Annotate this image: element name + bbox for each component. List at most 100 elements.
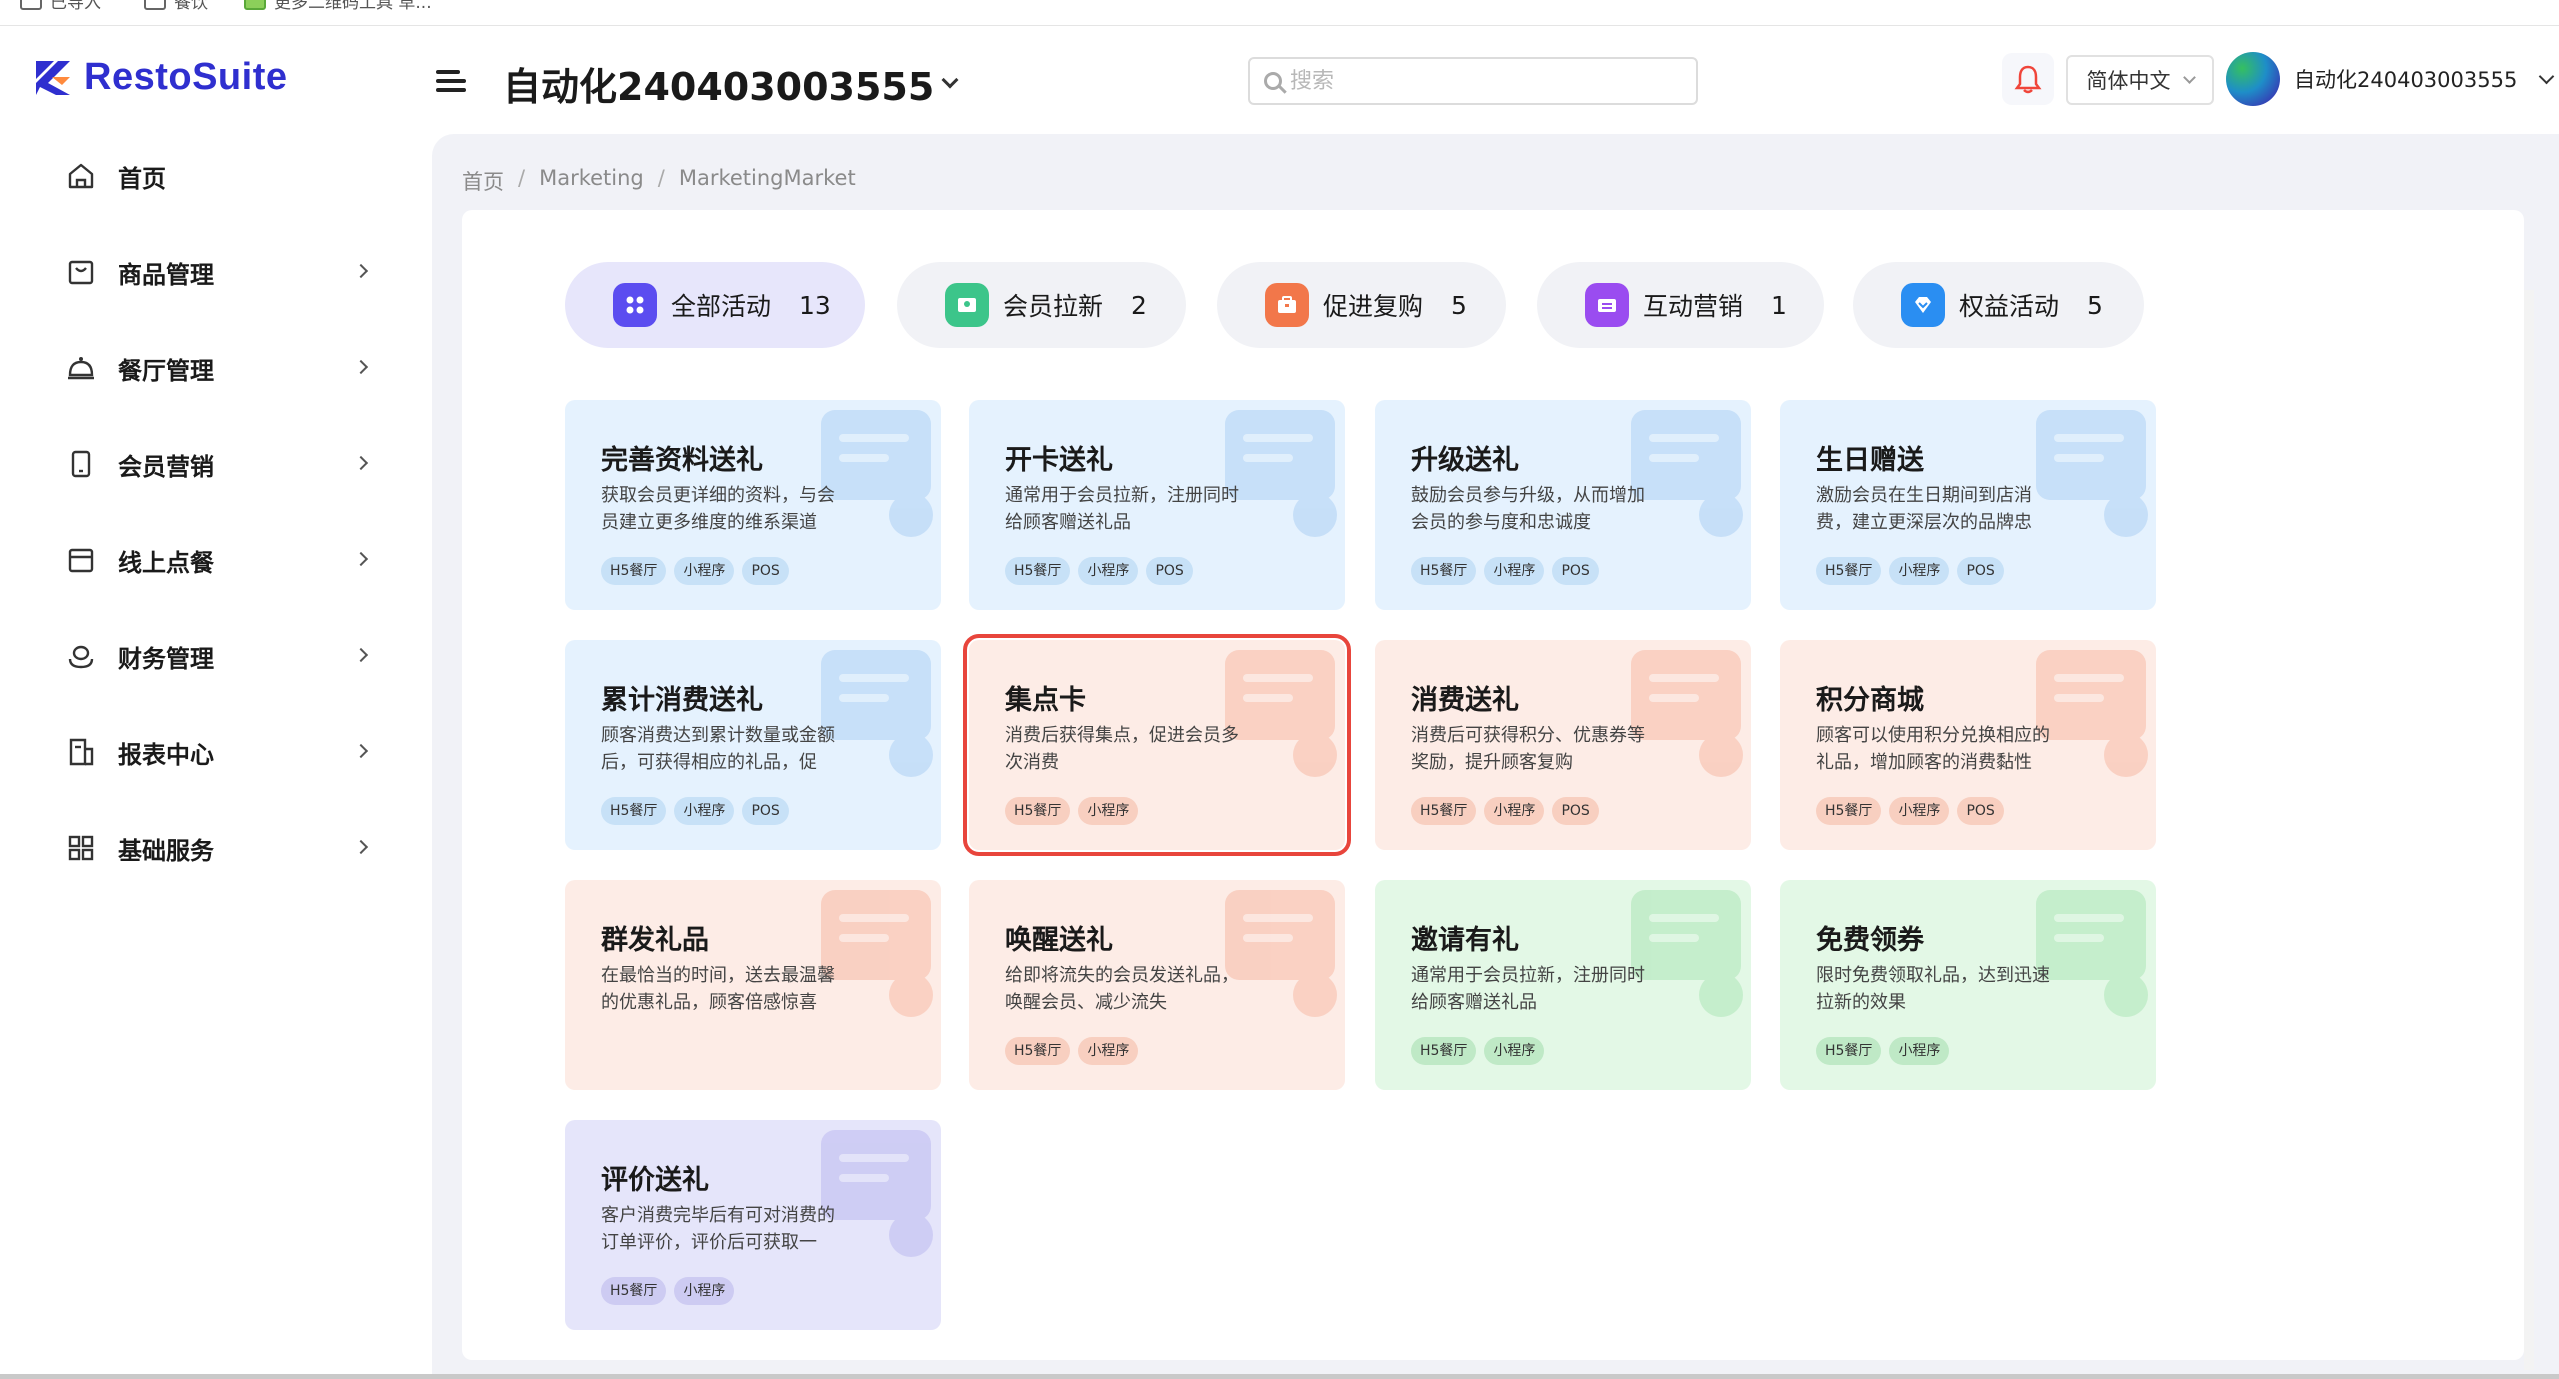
card-tags: H5餐厅 小程序 [1411, 1037, 1545, 1065]
activity-card[interactable]: 群发礼品 在最恰当的时间，送去最温馨的优惠礼品，顾客倍感惊喜 [565, 880, 941, 1090]
sidebar-item-online-ordering[interactable]: 线上点餐 [66, 530, 369, 590]
chevron-down-icon [2539, 68, 2555, 84]
platform-tag: 小程序 [1484, 797, 1545, 825]
activity-card[interactable]: 累计消费送礼顾客消费达到累计数量或金额后，可获得相应的礼品，促进... H5餐厅小… [565, 640, 941, 850]
tab-benefit-activities[interactable]: 权益活动 5 [1853, 262, 2144, 348]
platform-tag: H5餐厅 [601, 557, 667, 585]
user-menu[interactable]: 自动化240403003555 [2226, 52, 2555, 106]
logo-mark-icon [36, 60, 70, 95]
card-description: 限时免费领取礼品，达到迅速拉新的效果 [1816, 965, 2050, 1013]
card-description: 通常用于会员拉新，注册同时给顾客赠送礼品 [1005, 485, 1239, 533]
activity-card[interactable]: 开卡送礼通常用于会员拉新，注册同时给顾客赠送礼品 H5餐厅 小程序 POS [969, 400, 1345, 610]
platform-tag: POS [1146, 557, 1193, 585]
card-title: 累计消费送礼 [601, 685, 763, 716]
platform-tag: 小程序 [1078, 797, 1139, 825]
sidebar-item-products[interactable]: 商品管理 [66, 242, 369, 302]
platform-tag: 小程序 [1889, 1037, 1950, 1065]
card-tags: H5餐厅 小程序 POS [1005, 557, 1193, 585]
activity-card[interactable]: 唤醒送礼 给即将流失的会员发送礼品，唤醒会员、减少流失 H5餐厅 小程序 [969, 880, 1345, 1090]
activity-card[interactable]: 免费领券 限时免费领取礼品，达到迅速拉新的效果 H5餐厅 小程序 [1780, 880, 2156, 1090]
platform-tag: H5餐厅 [1411, 797, 1477, 825]
sidebar-item-member-marketing[interactable]: 会员营销 [66, 434, 369, 494]
platform-tag: H5餐厅 [1816, 557, 1882, 585]
platform-tag: 小程序 [674, 1277, 735, 1305]
scrollbar[interactable] [2524, 290, 2534, 1370]
card-description: 鼓励会员参与升级，从而增加会员的参与度和忠诚度 [1411, 485, 1645, 533]
cloche-icon [68, 357, 94, 380]
sidebar-item-reports[interactable]: 报表中心 [66, 722, 369, 782]
activity-card[interactable]: 生日赠送激励会员在生日期间到店消费，建立更深层次的品牌忠诚... H5餐厅小程序P… [1780, 400, 2156, 610]
search-box[interactable] [1248, 57, 1698, 105]
bookmark-imported[interactable]: 已导入 [20, 0, 101, 13]
platform-tag: POS [1957, 797, 2004, 825]
platform-tag: H5餐厅 [1005, 797, 1071, 825]
user-name: 自动化240403003555 [2294, 68, 2518, 92]
card-tags: H5餐厅 小程序 POS [601, 557, 789, 585]
tab-interactive-marketing[interactable]: 互动营销 1 [1537, 262, 1824, 348]
activity-card[interactable]: 积分商城 顾客可以使用积分兑换相应的礼品，增加顾客的消费黏性 H5餐厅 小程序 POS [1780, 640, 2156, 850]
search-icon [1264, 72, 1282, 90]
card-tags: H5餐厅 小程序 [1005, 797, 1139, 825]
tab-all-activities[interactable]: 全部活动 13 [565, 262, 865, 348]
platform-tag: 小程序 [1484, 1037, 1545, 1065]
chevron-down-icon [2182, 71, 2196, 84]
platform-tag: H5餐厅 [601, 797, 667, 825]
platform-tag: H5餐厅 [1816, 1037, 1882, 1065]
store-name: 自动化240403003555 [503, 65, 935, 109]
avatar [2226, 52, 2280, 106]
home-icon [68, 163, 94, 189]
card-title: 邀请有礼 [1411, 925, 1519, 956]
bookmark-qr-tools[interactable]: 更多二维码工具 草... [244, 0, 432, 13]
tab-member-acquisition[interactable]: 会员拉新 2 [897, 262, 1186, 348]
tab-repurchase[interactable]: 促进复购 5 [1217, 262, 1506, 348]
language-label: 简体中文 [2086, 69, 2171, 93]
sidebar-item-basic-services[interactable]: 基础服务 [66, 818, 369, 878]
apps-icon [613, 283, 657, 327]
breadcrumb-home[interactable]: 首页 [462, 166, 504, 196]
chevron-right-icon [353, 359, 369, 375]
folder-icon [20, 0, 42, 10]
browser-bookmarks-bar: 已导入 餐饮 更多二维码工具 草... [0, 0, 2559, 26]
sidebar: 首页 商品管理 餐厅管理 会员营销 线上点餐 财务管理 报表中心 基础服务 [0, 134, 432, 1374]
card-description: 客户消费完毕后有可对消费的订单评价，评价后可获取一定... [601, 1205, 835, 1253]
activity-card[interactable]: 完善资料送礼 获取会员更详细的资料，与会员建立更多维度的维系渠道 H5餐厅 小程序 PO… [565, 400, 941, 610]
sidebar-item-finance[interactable]: 财务管理 [66, 626, 369, 686]
activity-card[interactable]: 消费送礼 消费后可获得积分、优惠券等奖励，提升顾客复购 H5餐厅 小程序 POS [1375, 640, 1751, 850]
folder-icon [144, 0, 166, 10]
card-tags: H5餐厅 小程序 [1005, 1037, 1139, 1065]
card-tags: H5餐厅 小程序 POS [1411, 557, 1599, 585]
platform-tag: 小程序 [1889, 557, 1950, 585]
chevron-right-icon [353, 743, 369, 759]
store-selector[interactable]: 自动化240403003555 [503, 56, 959, 111]
card-title: 积分商城 [1816, 685, 1924, 716]
activity-card[interactable]: 升级送礼鼓励会员参与升级，从而增加会员的参与度和忠诚度 H5餐厅 小程序 POS [1375, 400, 1751, 610]
search-input[interactable] [1290, 68, 1670, 94]
phone-icon [71, 450, 91, 478]
breadcrumb-marketing[interactable]: Marketing [539, 166, 644, 196]
platform-tag: POS [1552, 797, 1599, 825]
qr-icon [244, 0, 266, 10]
sidebar-item-home[interactable]: 首页 [66, 146, 366, 206]
chevron-right-icon [353, 839, 369, 855]
briefcase-icon [1265, 283, 1309, 327]
platform-tag: 小程序 [674, 557, 735, 585]
card-tags: H5餐厅 小程序 [1816, 1037, 1950, 1065]
notification-button[interactable] [2002, 53, 2054, 105]
language-selector[interactable]: 简体中文 [2066, 55, 2214, 105]
activity-card[interactable]: 评价送礼客户消费完毕后有可对消费的订单评价，评价后可获取一定... H5餐厅小程序 [565, 1120, 941, 1330]
card-title: 开卡送礼 [1005, 445, 1113, 476]
platform-tag: POS [1957, 557, 2004, 585]
menu-toggle-icon[interactable] [436, 66, 468, 96]
bookmark-dining[interactable]: 餐饮 [144, 0, 208, 13]
platform-tag: POS [742, 557, 789, 585]
card-title: 升级送礼 [1411, 445, 1519, 476]
card-description: 顾客消费达到累计数量或金额后，可获得相应的礼品，促进... [601, 725, 835, 773]
activity-card[interactable]: 邀请有礼 通常用于会员拉新，注册同时给顾客赠送礼品 H5餐厅 小程序 [1375, 880, 1751, 1090]
sidebar-item-restaurant[interactable]: 餐厅管理 [66, 338, 369, 398]
bell-icon [2014, 65, 2042, 94]
breadcrumb: 首页 / Marketing / MarketingMarket [462, 166, 856, 196]
logo[interactable]: RestoSuite [32, 56, 287, 99]
platform-tag: 小程序 [1078, 557, 1139, 585]
top-header: RestoSuite 自动化240403003555 简体中文 自动化24040… [0, 26, 2559, 134]
activity-card[interactable]: 集点卡 消费后获得集点，促进会员多次消费 H5餐厅 小程序 [963, 634, 1351, 856]
